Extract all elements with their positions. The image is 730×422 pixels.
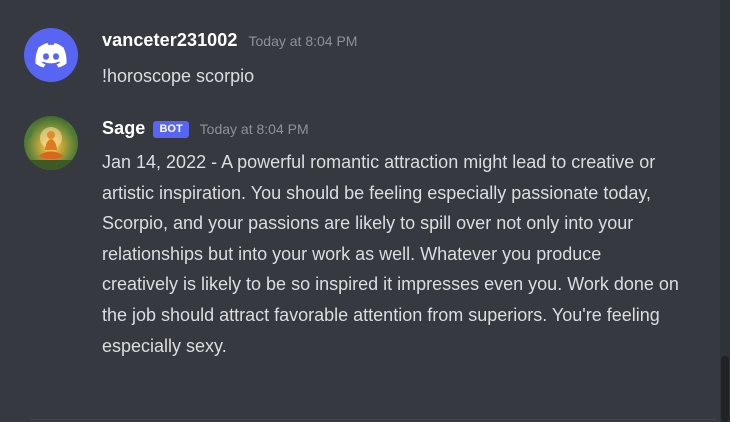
discord-logo-icon xyxy=(35,43,67,68)
message-header: Sage BOT Today at 8:04 PM xyxy=(102,118,309,140)
bot-badge: BOT xyxy=(153,121,189,138)
scrollbar-thumb[interactable] xyxy=(721,356,729,422)
username[interactable]: Sage xyxy=(102,118,145,139)
scrollbar-track[interactable] xyxy=(720,0,730,422)
avatar[interactable] xyxy=(24,28,78,82)
divider xyxy=(30,419,716,420)
timestamp[interactable]: Today at 8:04 PM xyxy=(249,33,358,49)
meditating-figure-icon xyxy=(24,116,78,170)
username[interactable]: vanceter231002 xyxy=(102,30,238,51)
message-content: Jan 14, 2022 - A powerful romantic attra… xyxy=(102,152,679,356)
chat-messages: vanceter231002 Today at 8:04 PM !horosco… xyxy=(0,0,730,422)
avatar[interactable] xyxy=(24,116,78,170)
message-header: vanceter231002 Today at 8:04 PM xyxy=(102,30,357,51)
timestamp[interactable]: Today at 8:04 PM xyxy=(200,121,309,137)
message-content: !horoscope scorpio xyxy=(102,66,255,86)
